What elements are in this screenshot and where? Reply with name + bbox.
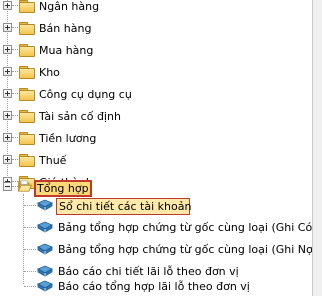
report-item-bang-tong-hop-ghi-co[interactable]: Bảng tổng hợp chứng từ gốc cùng loại (Gh… bbox=[0, 217, 322, 239]
expand-icon[interactable] bbox=[3, 45, 12, 54]
report-item-so-chi-tiet[interactable]: Sổ chi tiết các tài khoản bbox=[0, 195, 300, 217]
report-item-label: Báo cáo tổng hợp lãi lỗ theo đơn vị bbox=[58, 280, 250, 293]
expand-icon[interactable] bbox=[3, 67, 12, 76]
report-item-bang-tong-hop-ghi-no[interactable]: Bảng tổng hợp chứng từ gốc cùng loại (Gh… bbox=[0, 239, 322, 261]
tree-item-mua-hang[interactable]: Mua hàng bbox=[0, 39, 300, 61]
report-item-tong-hop-lai-lo[interactable]: Báo cáo tổng hợp lãi lỗ theo đơn vị bbox=[0, 276, 300, 298]
report-item-label: Sổ chi tiết các tài khoản bbox=[56, 198, 191, 215]
expand-icon[interactable] bbox=[3, 1, 12, 10]
folder-icon bbox=[19, 132, 35, 145]
folder-icon bbox=[19, 44, 35, 57]
tree-item-label: Tài sản cố định bbox=[39, 110, 121, 123]
tree-item-tai-san-co-dinh[interactable]: Tài sản cố định bbox=[0, 105, 300, 127]
tree-item-cong-cu-dung-cu[interactable]: Công cụ dụng cụ bbox=[0, 83, 300, 105]
tree-item-label: Bán hàng bbox=[39, 22, 92, 35]
tree-item-label: Mua hàng bbox=[39, 44, 94, 57]
tree-item-label: Kho bbox=[39, 66, 60, 79]
tree-item-label: Công cụ dụng cụ bbox=[39, 88, 132, 101]
report-item-label: Bảng tổng hợp chứng từ gốc cùng loại (Gh… bbox=[58, 243, 322, 256]
report-book-icon bbox=[37, 221, 53, 233]
expand-icon[interactable] bbox=[3, 89, 12, 98]
collapse-icon[interactable] bbox=[3, 182, 12, 191]
expand-icon[interactable] bbox=[3, 133, 12, 142]
report-book-icon bbox=[37, 280, 53, 292]
tree-item-label: Thuế bbox=[39, 154, 67, 167]
folder-icon bbox=[19, 110, 35, 123]
folder-icon bbox=[19, 154, 35, 167]
report-book-icon bbox=[37, 199, 53, 211]
report-tree: Ngân hàng Bán hàng Mua hàng Kho Công cụ … bbox=[0, 0, 322, 298]
folder-icon bbox=[19, 66, 35, 79]
folder-icon bbox=[19, 88, 35, 101]
open-folder-icon bbox=[17, 180, 33, 192]
expand-icon[interactable] bbox=[3, 23, 12, 32]
tree-item-kho[interactable]: Kho bbox=[0, 61, 300, 83]
tree-item-label: Tiền lương bbox=[39, 132, 97, 145]
report-item-label: Bảng tổng hợp chứng từ gốc cùng loại (Gh… bbox=[58, 221, 322, 234]
tree-item-label: Ngân hàng bbox=[39, 0, 100, 13]
expand-icon[interactable] bbox=[3, 111, 12, 120]
report-book-icon bbox=[37, 243, 53, 255]
folder-icon bbox=[19, 0, 35, 13]
expand-icon[interactable] bbox=[3, 155, 12, 164]
tree-item-ban-hang[interactable]: Bán hàng bbox=[0, 17, 300, 39]
tree-item-thue[interactable]: Thuế bbox=[0, 149, 300, 171]
tree-item-tien-luong[interactable]: Tiền lương bbox=[0, 127, 300, 149]
vertical-scrollbar[interactable] bbox=[312, 0, 322, 296]
folder-icon bbox=[19, 22, 35, 35]
